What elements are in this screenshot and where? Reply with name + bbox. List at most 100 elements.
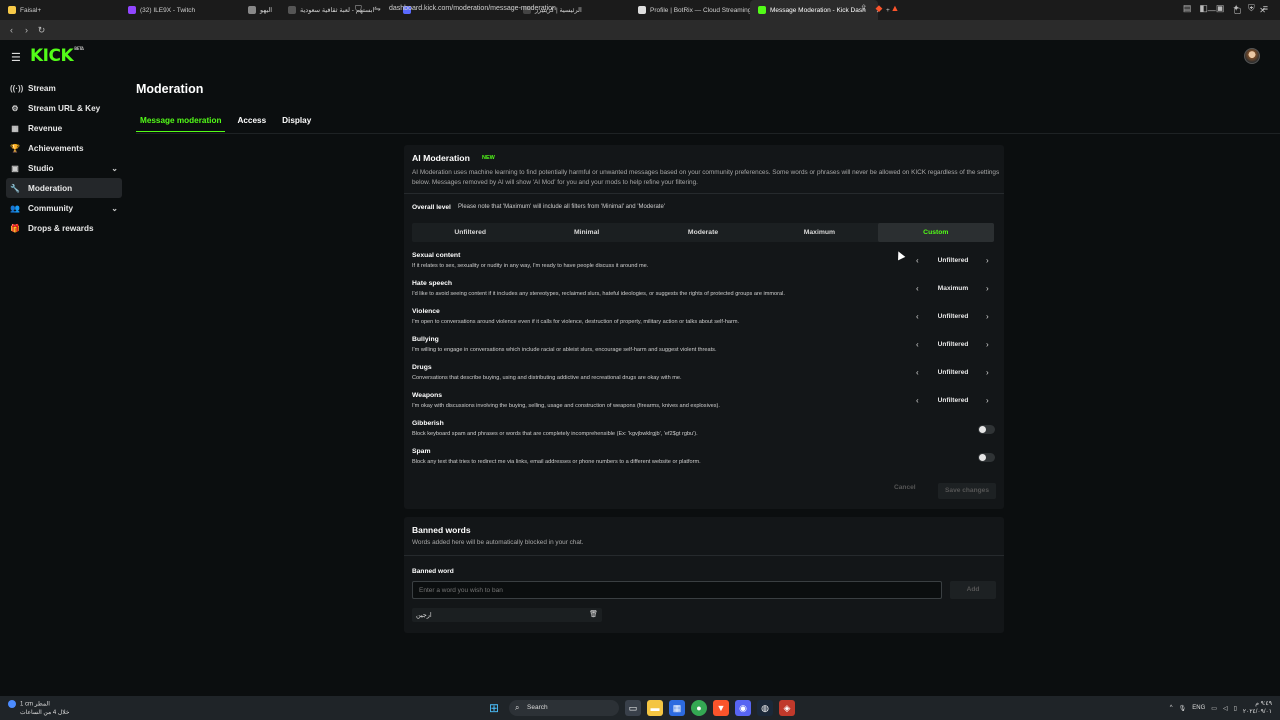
reload-icon[interactable]: ↻ (34, 25, 49, 36)
wallet-icon[interactable]: ▣ (1216, 3, 1225, 14)
chevron-right-icon[interactable]: › (986, 340, 989, 349)
sidebar-item-community[interactable]: 👥 Community ⌄ (6, 198, 122, 218)
forward-icon[interactable]: › (19, 25, 34, 35)
chevron-left-icon[interactable]: ‹ (916, 340, 919, 349)
clock-time: ٩:٤٩ م (1255, 701, 1272, 707)
back-icon[interactable]: ‹ (4, 25, 19, 35)
level-option-unfiltered[interactable]: Unfiltered (412, 223, 528, 242)
chevron-down-icon[interactable]: ⌄ (111, 164, 118, 173)
menu-icon[interactable]: ≡ (1263, 3, 1268, 14)
weather-widget[interactable]: 1 cm المطر خلال 4 من الساعات (8, 700, 70, 717)
kick-logo[interactable]: KICKBETA (30, 46, 84, 66)
level-option-custom[interactable]: Custom (877, 223, 995, 242)
browser-tab-label: ابستهم - لعبة ثقافية سعودية (300, 7, 375, 14)
page-title: Moderation (136, 82, 204, 96)
puzzle-icon[interactable]: ✦ (1232, 3, 1240, 14)
category-name: Hate speech (412, 280, 453, 287)
chevron-right-icon[interactable]: › (986, 396, 989, 405)
banned-word-chip: ارجين 🗑 (412, 608, 602, 622)
sidebar-item-drops-rewards[interactable]: 🎁 Drops & rewards (6, 218, 122, 238)
share-icon[interactable]: ⇪ (860, 3, 868, 14)
chevron-down-icon[interactable]: ⌄ (111, 204, 118, 213)
browser-tab[interactable]: (32) ILE9X - Twitch (120, 0, 240, 20)
category-description: If it relates to sex, sexuality or nudit… (412, 263, 649, 269)
gibberish-toggle[interactable] (978, 425, 995, 434)
task-view-icon[interactable]: ▭ (625, 700, 641, 716)
clock[interactable]: ٩:٤٩ م ٢٠٢٤/٠٩/٠١ (1243, 700, 1272, 716)
site-info-icon[interactable]: ⇋ (374, 4, 381, 13)
tab-access[interactable]: Access (233, 113, 270, 132)
network-icon[interactable]: ▭ (1211, 705, 1217, 712)
sidebar-item-label: Moderation (28, 183, 73, 193)
chevron-right-icon[interactable]: › (986, 284, 989, 293)
sidebar-icon: ⚙ (11, 103, 19, 113)
file-explorer-icon[interactable]: ▬ (647, 700, 663, 716)
favicon-icon (288, 6, 296, 14)
brave-shield-icon[interactable]: ◆ (876, 3, 883, 14)
trash-icon[interactable]: 🗑 (589, 610, 598, 618)
browser-tab[interactable]: اليهو (240, 0, 280, 20)
spam-toggle[interactable] (978, 453, 995, 462)
tab-message-moderation[interactable]: Message moderation (136, 113, 226, 132)
save-changes-button[interactable]: Save changes (938, 483, 996, 499)
sidebar-icon: 👥 (10, 203, 20, 213)
chevron-left-icon[interactable]: ‹ (916, 312, 919, 321)
taskbar-search[interactable]: ⌕ Search (509, 700, 619, 716)
url-field[interactable]: dashboard.kick.com/moderation/message-mo… (389, 5, 556, 12)
banned-word-input[interactable] (412, 581, 942, 599)
sidebar-item-stream-url-key[interactable]: ⚙ Stream URL & Key (6, 98, 122, 118)
microphone-icon[interactable]: 🎙 (1179, 705, 1187, 712)
cancel-button[interactable]: Cancel (894, 484, 916, 491)
discord-icon[interactable]: ◉ (735, 700, 751, 716)
chevron-left-icon[interactable]: ‹ (916, 396, 919, 405)
sidebar-item-studio[interactable]: ▣ Studio ⌄ (6, 158, 122, 178)
battery-icon[interactable]: ▯ (1234, 705, 1237, 712)
add-button[interactable]: Add (950, 581, 996, 599)
volume-icon[interactable]: ◁ (1223, 705, 1228, 712)
chevron-left-icon[interactable]: ‹ (916, 284, 919, 293)
sidebar-item-moderation[interactable]: 🔧 Moderation (6, 178, 122, 198)
brave-rewards-icon[interactable]: ▲ (890, 3, 899, 14)
extensions-icon[interactable]: ▤ (1183, 3, 1192, 14)
toggle-description: Block any text that tries to redirect me… (412, 459, 701, 465)
category-level-value: Unfiltered (937, 341, 969, 348)
level-option-minimal[interactable]: Minimal (528, 223, 644, 242)
steam-icon[interactable]: ◍ (757, 700, 773, 716)
level-option-moderate[interactable]: Moderate (645, 223, 761, 242)
browser-tab[interactable]: Faisal+ (0, 0, 120, 20)
moderation-tabs: Message moderation Access Display (136, 113, 315, 132)
browser-tab[interactable]: Profile | BotRix — Cloud Streaming B (630, 0, 750, 20)
sidebar-item-revenue[interactable]: ▦ Revenue (6, 118, 122, 138)
bookmark-icon[interactable]: ⛉ (355, 4, 362, 15)
toggle-knob (979, 454, 986, 461)
taskbar: 1 cm المطر خلال 4 من الساعات ⊞ ⌕ Search … (0, 696, 1280, 720)
avatar[interactable] (1244, 48, 1260, 64)
sidebar-item-stream[interactable]: ((·)) Stream (6, 78, 122, 98)
chevron-left-icon[interactable]: ‹ (916, 368, 919, 377)
chevron-right-icon[interactable]: › (986, 368, 989, 377)
favicon-icon (758, 6, 766, 14)
tab-display[interactable]: Display (278, 113, 315, 132)
category-description: I'm willing to engage in conversations w… (412, 347, 717, 353)
windows-start-icon[interactable]: ⊞ (489, 701, 499, 715)
sidebar-icon[interactable]: ◧ (1199, 3, 1208, 14)
sidebar-item-achievements[interactable]: 🏆 Achievements (6, 138, 122, 158)
favicon-icon (248, 6, 256, 14)
calendar-icon[interactable]: ▦ (669, 700, 685, 716)
hamburger-menu-icon[interactable]: ☰ (11, 51, 21, 64)
overall-level-label: Overall level (412, 204, 451, 211)
chevron-right-icon[interactable]: › (986, 256, 989, 265)
language-indicator[interactable]: ENG (1192, 705, 1205, 711)
brave-icon[interactable]: ▼ (713, 700, 729, 716)
chevron-left-icon[interactable]: ‹ (916, 256, 919, 265)
vpn-icon[interactable]: ⛨ (1248, 3, 1255, 14)
toggle-name: Spam (412, 448, 431, 455)
chevron-up-icon[interactable]: ^ (1170, 705, 1173, 711)
chevron-right-icon[interactable]: › (986, 312, 989, 321)
toggle-row: Spam Block any text that tries to redirec… (412, 448, 1000, 472)
chrome-icon[interactable]: ● (691, 700, 707, 716)
level-option-maximum[interactable]: Maximum (761, 223, 877, 242)
browser-tab[interactable]: Message Moderation - Kick Dash✕ (750, 0, 878, 20)
category-level-value: Unfiltered (937, 313, 969, 320)
obs-icon[interactable]: ◈ (779, 700, 795, 716)
